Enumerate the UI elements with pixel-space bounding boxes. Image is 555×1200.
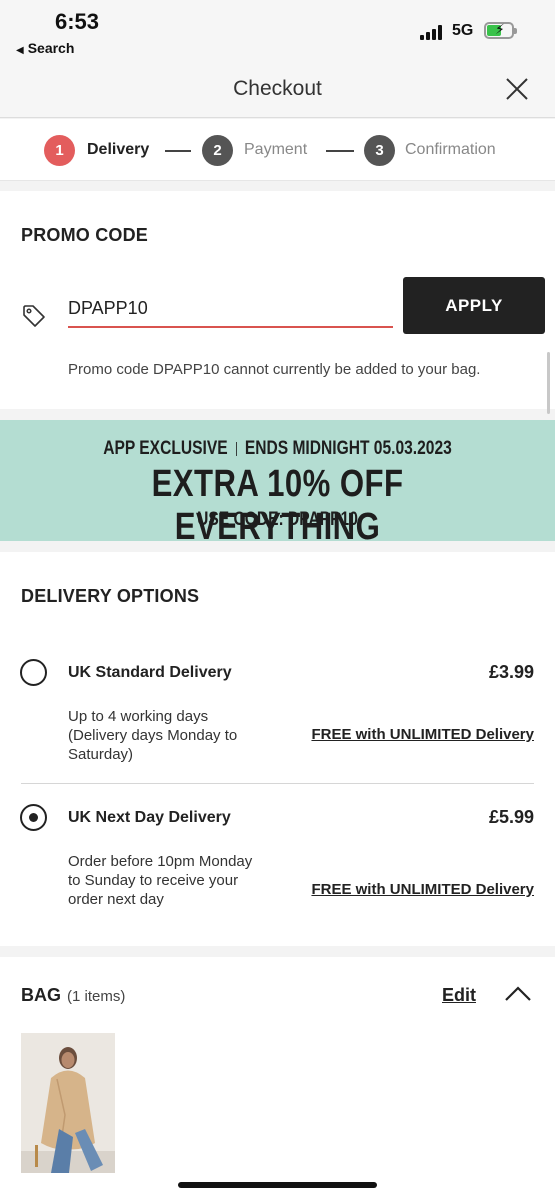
- back-label: Search: [27, 40, 75, 56]
- home-indicator[interactable]: [178, 1182, 377, 1188]
- delivery-divider: [21, 783, 534, 784]
- close-icon[interactable]: [504, 76, 530, 102]
- standard-delivery-radio[interactable]: [20, 659, 47, 686]
- next-day-delivery-description: Order before 10pm Monday to Sunday to re…: [68, 853, 253, 908]
- standard-unlimited-link[interactable]: FREE with UNLIMITED Delivery: [311, 726, 534, 743]
- scrollbar[interactable]: [547, 352, 550, 414]
- delivery-options-section: DELIVERY OPTIONS UK Standard Delivery £3…: [0, 552, 555, 946]
- step-confirmation-label: Confirmation: [405, 141, 496, 158]
- back-arrow-icon: ◀: [16, 45, 24, 56]
- bag-item-count: (1 items): [67, 988, 126, 1005]
- standard-delivery-name: UK Standard Delivery: [68, 664, 232, 681]
- signal-icon: [420, 24, 444, 40]
- banner-offer-text: EXTRA 10% OFF EVERYTHING: [151, 463, 404, 548]
- promo-code-section: PROMO CODE APPLY Promo code DPAPP10 cann…: [0, 191, 555, 409]
- step-connector: [165, 150, 191, 152]
- edit-bag-link[interactable]: Edit: [442, 985, 476, 1006]
- promo-error-message: Promo code DPAPP10 cannot currently be a…: [68, 361, 481, 378]
- delivery-section-title: DELIVERY OPTIONS: [21, 586, 200, 606]
- checkout-header: Checkout: [0, 60, 555, 118]
- banner-exclusive-text: APP EXCLUSIVE: [103, 438, 228, 459]
- standard-delivery-description: Up to 4 working days (Delivery days Mond…: [68, 708, 238, 763]
- next-day-delivery-price: £5.99: [488, 807, 534, 827]
- product-photo: [21, 1033, 115, 1173]
- step-2-circle: 2: [202, 135, 233, 166]
- promo-banner[interactable]: APP EXCLUSIVE ENDS MIDNIGHT 05.03.2023 EX…: [0, 420, 555, 548]
- chevron-up-icon[interactable]: [503, 983, 533, 1003]
- next-day-delivery-name: UK Next Day Delivery: [68, 809, 231, 826]
- standard-delivery-price: £3.99: [488, 662, 534, 682]
- battery-icon: ⚡: [484, 21, 517, 39]
- network-label: 5G: [452, 22, 474, 39]
- next-day-delivery-radio[interactable]: [20, 804, 47, 831]
- promo-code-input[interactable]: [68, 295, 393, 328]
- bag-title-text: BAG: [21, 985, 61, 1005]
- checkout-steps: 1 Delivery 2 Payment 3 Confirmation: [0, 119, 555, 181]
- banner-ends-text: ENDS MIDNIGHT 05.03.2023: [244, 438, 452, 459]
- product-image[interactable]: [21, 1033, 115, 1173]
- back-to-search-link[interactable]: ◀ Search: [16, 40, 74, 56]
- tag-icon: [23, 305, 45, 327]
- step-delivery-label: Delivery: [87, 141, 150, 158]
- step-3-circle: 3: [364, 135, 395, 166]
- bag-section: BAG (1 items) Edit: [0, 957, 555, 1200]
- banner-headline: APP EXCLUSIVE ENDS MIDNIGHT 05.03.2023: [50, 438, 505, 460]
- next-day-unlimited-link[interactable]: FREE with UNLIMITED Delivery: [311, 881, 534, 898]
- promo-section-title: PROMO CODE: [21, 225, 149, 245]
- bag-title: BAG (1 items): [21, 985, 125, 1006]
- step-payment-label: Payment: [244, 141, 308, 158]
- status-time: 6:53: [55, 9, 100, 34]
- radio-selected-dot: [29, 813, 38, 822]
- step-connector: [326, 150, 354, 152]
- page-title: Checkout: [233, 77, 322, 100]
- status-bar: 6:53 ◀ Search 5G ⚡: [0, 0, 555, 60]
- banner-code-text: USE CODE: DPAPP10: [197, 509, 358, 530]
- step-1-circle: 1: [44, 135, 75, 166]
- apply-promo-button[interactable]: APPLY: [403, 277, 545, 334]
